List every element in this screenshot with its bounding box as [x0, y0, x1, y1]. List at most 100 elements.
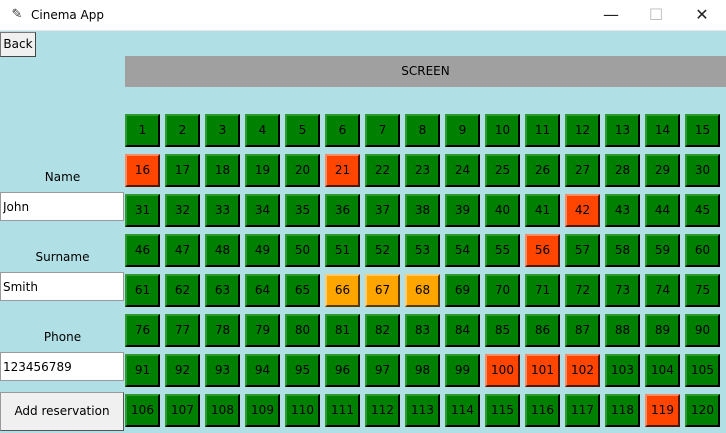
seat-83[interactable]: 83: [405, 314, 440, 347]
seat-42[interactable]: 42: [565, 194, 600, 227]
seat-102[interactable]: 102: [565, 354, 600, 387]
seat-93[interactable]: 93: [205, 354, 240, 387]
name-field[interactable]: [0, 192, 124, 221]
seat-63[interactable]: 63: [205, 274, 240, 307]
seat-71[interactable]: 71: [525, 274, 560, 307]
seat-65[interactable]: 65: [285, 274, 320, 307]
seat-103[interactable]: 103: [605, 354, 640, 387]
seat-60[interactable]: 60: [685, 234, 720, 267]
seat-22[interactable]: 22: [365, 154, 400, 187]
seat-53[interactable]: 53: [405, 234, 440, 267]
minimize-button[interactable]: —: [588, 0, 634, 30]
seat-115[interactable]: 115: [485, 394, 520, 427]
seat-13[interactable]: 13: [605, 114, 640, 147]
seat-20[interactable]: 20: [285, 154, 320, 187]
seat-1[interactable]: 1: [125, 114, 160, 147]
seat-29[interactable]: 29: [645, 154, 680, 187]
seat-51[interactable]: 51: [325, 234, 360, 267]
surname-field[interactable]: [0, 272, 124, 301]
seat-17[interactable]: 17: [165, 154, 200, 187]
seat-72[interactable]: 72: [565, 274, 600, 307]
seat-92[interactable]: 92: [165, 354, 200, 387]
seat-4[interactable]: 4: [245, 114, 280, 147]
seat-101[interactable]: 101: [525, 354, 560, 387]
seat-39[interactable]: 39: [445, 194, 480, 227]
seat-61[interactable]: 61: [125, 274, 160, 307]
seat-84[interactable]: 84: [445, 314, 480, 347]
seat-48[interactable]: 48: [205, 234, 240, 267]
seat-10[interactable]: 10: [485, 114, 520, 147]
seat-3[interactable]: 3: [205, 114, 240, 147]
add-reservation-button[interactable]: Add reservation: [0, 392, 124, 431]
seat-108[interactable]: 108: [205, 394, 240, 427]
seat-11[interactable]: 11: [525, 114, 560, 147]
seat-57[interactable]: 57: [565, 234, 600, 267]
seat-80[interactable]: 80: [285, 314, 320, 347]
seat-86[interactable]: 86: [525, 314, 560, 347]
seat-78[interactable]: 78: [205, 314, 240, 347]
seat-64[interactable]: 64: [245, 274, 280, 307]
seat-23[interactable]: 23: [405, 154, 440, 187]
seat-54[interactable]: 54: [445, 234, 480, 267]
seat-116[interactable]: 116: [525, 394, 560, 427]
seat-38[interactable]: 38: [405, 194, 440, 227]
seat-8[interactable]: 8: [405, 114, 440, 147]
seat-7[interactable]: 7: [365, 114, 400, 147]
seat-105[interactable]: 105: [685, 354, 720, 387]
seat-87[interactable]: 87: [565, 314, 600, 347]
seat-14[interactable]: 14: [645, 114, 680, 147]
seat-9[interactable]: 9: [445, 114, 480, 147]
seat-95[interactable]: 95: [285, 354, 320, 387]
seat-90[interactable]: 90: [685, 314, 720, 347]
seat-69[interactable]: 69: [445, 274, 480, 307]
seat-16[interactable]: 16: [125, 154, 160, 187]
seat-77[interactable]: 77: [165, 314, 200, 347]
seat-67[interactable]: 67: [365, 274, 400, 307]
seat-58[interactable]: 58: [605, 234, 640, 267]
seat-45[interactable]: 45: [685, 194, 720, 227]
seat-43[interactable]: 43: [605, 194, 640, 227]
seat-107[interactable]: 107: [165, 394, 200, 427]
seat-2[interactable]: 2: [165, 114, 200, 147]
seat-56[interactable]: 56: [525, 234, 560, 267]
seat-89[interactable]: 89: [645, 314, 680, 347]
seat-5[interactable]: 5: [285, 114, 320, 147]
seat-104[interactable]: 104: [645, 354, 680, 387]
seat-35[interactable]: 35: [285, 194, 320, 227]
seat-25[interactable]: 25: [485, 154, 520, 187]
seat-88[interactable]: 88: [605, 314, 640, 347]
seat-73[interactable]: 73: [605, 274, 640, 307]
close-button[interactable]: ✕: [679, 0, 725, 30]
seat-15[interactable]: 15: [685, 114, 720, 147]
seat-94[interactable]: 94: [245, 354, 280, 387]
back-button[interactable]: Back: [0, 32, 36, 57]
seat-40[interactable]: 40: [485, 194, 520, 227]
seat-117[interactable]: 117: [565, 394, 600, 427]
seat-99[interactable]: 99: [445, 354, 480, 387]
seat-49[interactable]: 49: [245, 234, 280, 267]
seat-41[interactable]: 41: [525, 194, 560, 227]
seat-33[interactable]: 33: [205, 194, 240, 227]
seat-59[interactable]: 59: [645, 234, 680, 267]
seat-109[interactable]: 109: [245, 394, 280, 427]
seat-24[interactable]: 24: [445, 154, 480, 187]
seat-76[interactable]: 76: [125, 314, 160, 347]
seat-36[interactable]: 36: [325, 194, 360, 227]
seat-75[interactable]: 75: [685, 274, 720, 307]
seat-37[interactable]: 37: [365, 194, 400, 227]
seat-66[interactable]: 66: [325, 274, 360, 307]
seat-85[interactable]: 85: [485, 314, 520, 347]
seat-21[interactable]: 21: [325, 154, 360, 187]
seat-6[interactable]: 6: [325, 114, 360, 147]
seat-81[interactable]: 81: [325, 314, 360, 347]
seat-110[interactable]: 110: [285, 394, 320, 427]
seat-52[interactable]: 52: [365, 234, 400, 267]
seat-46[interactable]: 46: [125, 234, 160, 267]
seat-79[interactable]: 79: [245, 314, 280, 347]
seat-96[interactable]: 96: [325, 354, 360, 387]
seat-113[interactable]: 113: [405, 394, 440, 427]
seat-100[interactable]: 100: [485, 354, 520, 387]
seat-26[interactable]: 26: [525, 154, 560, 187]
seat-120[interactable]: 120: [685, 394, 720, 427]
seat-27[interactable]: 27: [565, 154, 600, 187]
